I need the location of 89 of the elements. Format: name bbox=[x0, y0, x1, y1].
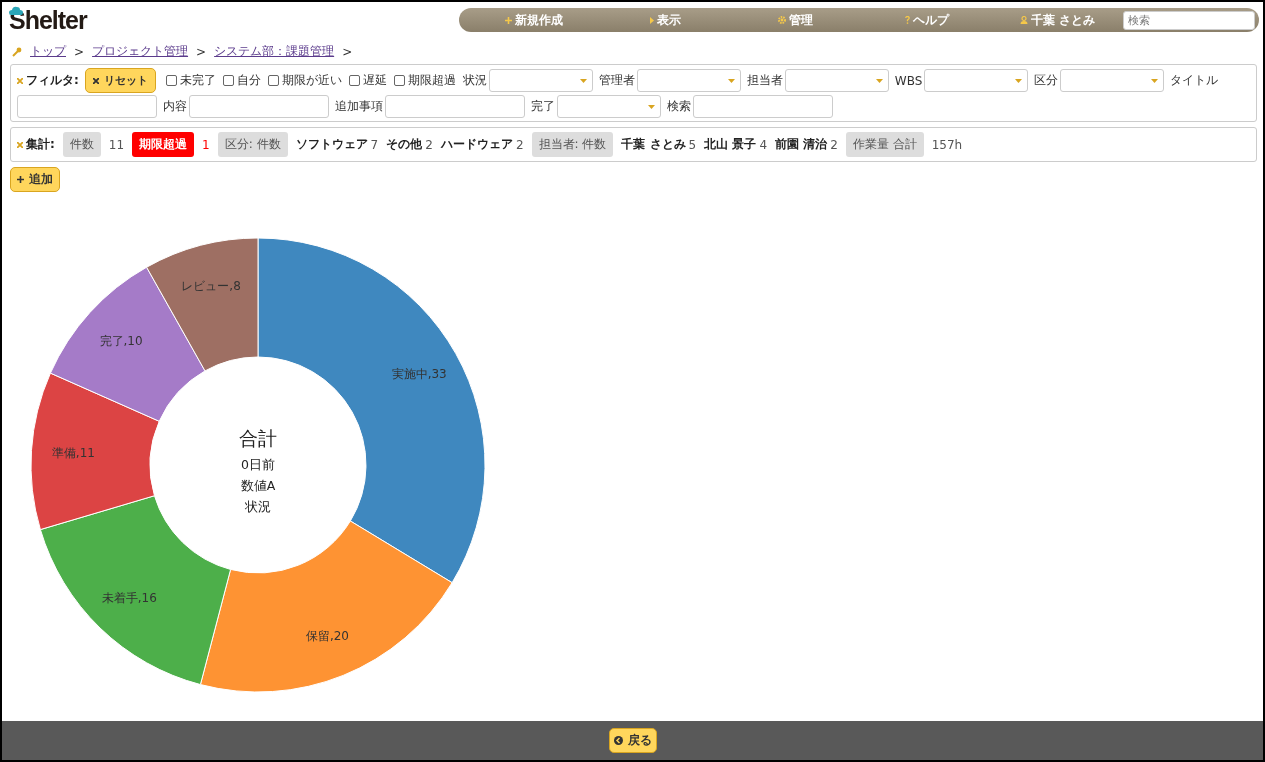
user-icon bbox=[1020, 16, 1028, 24]
summary-value: 7 bbox=[370, 137, 379, 152]
key-icon bbox=[12, 46, 22, 57]
summary-value: 4 bbox=[759, 137, 768, 152]
dropdown[interactable] bbox=[1060, 69, 1165, 92]
filter-label: フィルタ: bbox=[17, 72, 79, 89]
field-label: 状況 bbox=[462, 72, 487, 89]
summary-value: 11 bbox=[108, 137, 125, 152]
field-label: タイトル bbox=[1170, 72, 1219, 89]
checkbox[interactable] bbox=[393, 75, 405, 86]
breadcrumb-separator: > bbox=[342, 44, 353, 59]
field-label: 区分 bbox=[1034, 72, 1059, 89]
summary-tag: 作業量 合計 bbox=[845, 132, 924, 157]
back-button[interactable]: 戻る bbox=[608, 728, 657, 753]
checkbox-label[interactable]: 期限超過 bbox=[393, 72, 456, 89]
checkbox-label[interactable]: 遅延 bbox=[348, 72, 387, 89]
text-field[interactable] bbox=[189, 95, 329, 118]
summary-value: 157h bbox=[931, 137, 963, 152]
dropdown[interactable] bbox=[557, 95, 661, 118]
triangle-icon bbox=[649, 16, 654, 24]
dropdown[interactable] bbox=[636, 69, 741, 92]
checkbox[interactable] bbox=[348, 75, 360, 86]
caret-icon bbox=[579, 78, 587, 83]
slice-label: レビュー,8 bbox=[181, 279, 241, 294]
caret-icon bbox=[727, 78, 735, 83]
slice-label: 実施中,33 bbox=[391, 367, 447, 382]
summary-name: ソフトウェア bbox=[295, 136, 368, 153]
cross-icon bbox=[92, 77, 99, 84]
caret-icon bbox=[1151, 78, 1159, 83]
field-label: 担当者 bbox=[746, 72, 783, 89]
summary-value: 2 bbox=[830, 137, 838, 152]
summary-name: 北山 景子 bbox=[704, 136, 757, 153]
dropdown[interactable] bbox=[784, 69, 889, 92]
center-text: 合計 bbox=[239, 427, 277, 449]
caret-icon bbox=[875, 78, 883, 83]
text-field[interactable] bbox=[385, 95, 525, 118]
add-button[interactable]: 追加 bbox=[10, 167, 60, 192]
slice-label: 準備,11 bbox=[51, 446, 95, 461]
summary-value: 5 bbox=[688, 137, 697, 152]
caret-icon bbox=[1015, 78, 1023, 83]
center-text: 状況 bbox=[245, 499, 271, 514]
cross-icon bbox=[17, 77, 23, 84]
plus-icon bbox=[17, 176, 24, 183]
dropdown[interactable] bbox=[488, 69, 593, 92]
back-arrow-icon bbox=[613, 736, 623, 745]
summary-label: 集計: bbox=[17, 136, 55, 153]
summary-name: ハードウェア bbox=[440, 136, 513, 153]
breadcrumb-link[interactable]: システム部：課題管理 bbox=[214, 43, 335, 60]
question-icon bbox=[904, 16, 910, 24]
breadcrumb-link[interactable]: トップ bbox=[30, 43, 66, 60]
breadcrumb-separator: > bbox=[196, 44, 207, 59]
breadcrumb-link[interactable]: プロジェクト管理 bbox=[92, 43, 189, 60]
search-field[interactable]: 検索 bbox=[1123, 10, 1255, 30]
field-label: 検索 bbox=[667, 98, 691, 115]
breadcrumb-separator: > bbox=[74, 44, 85, 59]
center-text: 数値A bbox=[240, 478, 276, 493]
field-label: 内容 bbox=[163, 98, 187, 115]
caret-icon bbox=[648, 104, 655, 109]
field-label: 完了 bbox=[531, 98, 555, 115]
field-label: 管理者 bbox=[598, 72, 635, 89]
slice-label: 未着手,16 bbox=[101, 590, 157, 605]
overdue-count: 1 bbox=[202, 137, 210, 152]
summary-name: 千葉 さとみ bbox=[621, 136, 686, 153]
gear-icon bbox=[778, 16, 787, 24]
checkbox-label[interactable]: 未完了 bbox=[165, 72, 216, 89]
summary-name: 前園 清治 bbox=[775, 136, 828, 153]
reset-button[interactable]: リセット bbox=[84, 68, 156, 93]
summary-value: 2 bbox=[425, 137, 433, 152]
slice-label: 完了,10 bbox=[99, 333, 143, 348]
checkbox[interactable] bbox=[222, 75, 234, 86]
cross-icon bbox=[17, 141, 23, 148]
field-label: 追加事項 bbox=[335, 98, 383, 115]
summary-value: 2 bbox=[515, 137, 524, 152]
dropdown[interactable] bbox=[924, 69, 1029, 92]
plus-icon bbox=[505, 16, 513, 24]
overdue-tag: 期限超過 bbox=[132, 132, 195, 157]
checkbox-label[interactable]: 自分 bbox=[222, 72, 261, 89]
center-text: 0日前 bbox=[241, 457, 275, 472]
checkbox[interactable] bbox=[165, 75, 177, 86]
summary-tag: 区分: 件数 bbox=[217, 132, 288, 157]
text-field[interactable] bbox=[17, 95, 157, 118]
checkbox-label[interactable]: 期限が近い bbox=[267, 72, 342, 89]
text-field[interactable] bbox=[693, 95, 833, 118]
checkbox[interactable] bbox=[267, 75, 279, 86]
slice-label: 保留,20 bbox=[305, 629, 349, 644]
field-label: WBS bbox=[894, 73, 923, 88]
summary-tag: 件数 bbox=[62, 132, 101, 157]
summary-tag: 担当者: 件数 bbox=[531, 132, 614, 157]
summary-name: その他 bbox=[386, 136, 423, 153]
